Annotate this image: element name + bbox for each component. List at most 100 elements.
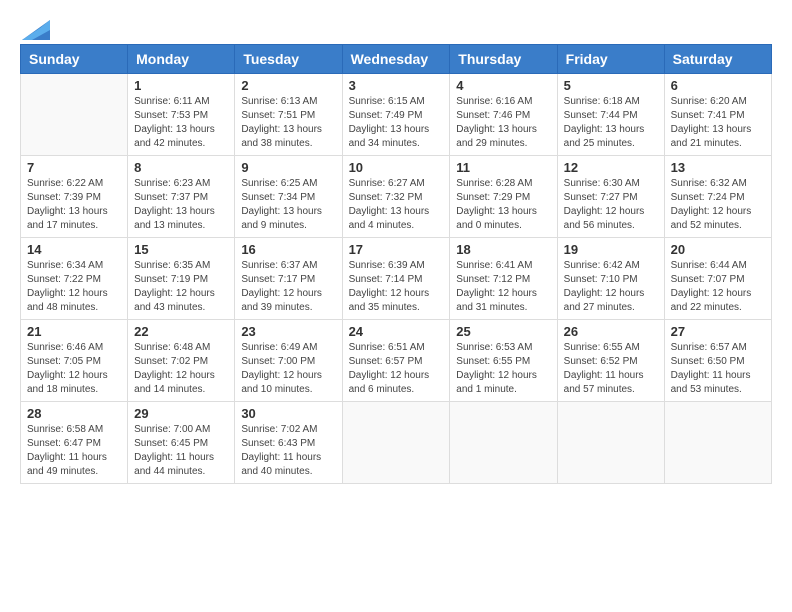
calendar-cell [21, 74, 128, 156]
day-number: 12 [564, 160, 658, 175]
day-number: 22 [134, 324, 228, 339]
calendar-cell: 16 Sunrise: 6:37 AMSunset: 7:17 PMDayligh… [235, 238, 342, 320]
calendar-cell: 30 Sunrise: 7:02 AMSunset: 6:43 PMDayligh… [235, 402, 342, 484]
day-info: Sunrise: 6:22 AMSunset: 7:39 PMDaylight:… [27, 177, 121, 233]
day-number: 3 [349, 78, 444, 93]
day-info: Sunrise: 6:57 AMSunset: 6:50 PMDaylight:… [671, 341, 765, 397]
calendar-cell [557, 402, 664, 484]
day-info: Sunrise: 6:34 AMSunset: 7:22 PMDaylight:… [27, 259, 121, 315]
calendar-cell: 24 Sunrise: 6:51 AMSunset: 6:57 PMDayligh… [342, 320, 450, 402]
day-info: Sunrise: 6:27 AMSunset: 7:32 PMDaylight:… [349, 177, 444, 233]
day-info: Sunrise: 6:41 AMSunset: 7:12 PMDaylight:… [456, 259, 550, 315]
calendar-cell: 10 Sunrise: 6:27 AMSunset: 7:32 PMDayligh… [342, 156, 450, 238]
day-number: 21 [27, 324, 121, 339]
calendar-cell: 27 Sunrise: 6:57 AMSunset: 6:50 PMDayligh… [664, 320, 771, 402]
calendar-week-row: 28 Sunrise: 6:58 AMSunset: 6:47 PMDayligh… [21, 402, 772, 484]
calendar-cell: 14 Sunrise: 6:34 AMSunset: 7:22 PMDayligh… [21, 238, 128, 320]
day-number: 14 [27, 242, 121, 257]
calendar-week-row: 1 Sunrise: 6:11 AMSunset: 7:53 PMDaylight… [21, 74, 772, 156]
day-info: Sunrise: 6:44 AMSunset: 7:07 PMDaylight:… [671, 259, 765, 315]
day-info: Sunrise: 6:15 AMSunset: 7:49 PMDaylight:… [349, 95, 444, 151]
day-number: 25 [456, 324, 550, 339]
day-info: Sunrise: 6:13 AMSunset: 7:51 PMDaylight:… [241, 95, 335, 151]
calendar-cell: 1 Sunrise: 6:11 AMSunset: 7:53 PMDaylight… [128, 74, 235, 156]
day-number: 28 [27, 406, 121, 421]
calendar-cell: 26 Sunrise: 6:55 AMSunset: 6:52 PMDayligh… [557, 320, 664, 402]
calendar-cell: 2 Sunrise: 6:13 AMSunset: 7:51 PMDaylight… [235, 74, 342, 156]
calendar-week-row: 14 Sunrise: 6:34 AMSunset: 7:22 PMDayligh… [21, 238, 772, 320]
day-info: Sunrise: 6:49 AMSunset: 7:00 PMDaylight:… [241, 341, 335, 397]
day-info: Sunrise: 6:42 AMSunset: 7:10 PMDaylight:… [564, 259, 658, 315]
day-info: Sunrise: 6:46 AMSunset: 7:05 PMDaylight:… [27, 341, 121, 397]
calendar-cell: 13 Sunrise: 6:32 AMSunset: 7:24 PMDayligh… [664, 156, 771, 238]
calendar-cell: 20 Sunrise: 6:44 AMSunset: 7:07 PMDayligh… [664, 238, 771, 320]
day-info: Sunrise: 6:37 AMSunset: 7:17 PMDaylight:… [241, 259, 335, 315]
day-info: Sunrise: 6:28 AMSunset: 7:29 PMDaylight:… [456, 177, 550, 233]
day-number: 6 [671, 78, 765, 93]
day-info: Sunrise: 7:00 AMSunset: 6:45 PMDaylight:… [134, 423, 228, 479]
calendar-table: SundayMondayTuesdayWednesdayThursdayFrid… [20, 44, 772, 484]
day-number: 7 [27, 160, 121, 175]
calendar-cell: 12 Sunrise: 6:30 AMSunset: 7:27 PMDayligh… [557, 156, 664, 238]
day-info: Sunrise: 6:48 AMSunset: 7:02 PMDaylight:… [134, 341, 228, 397]
day-number: 4 [456, 78, 550, 93]
calendar-cell: 21 Sunrise: 6:46 AMSunset: 7:05 PMDayligh… [21, 320, 128, 402]
day-number: 20 [671, 242, 765, 257]
day-number: 24 [349, 324, 444, 339]
column-header-friday: Friday [557, 45, 664, 74]
day-number: 10 [349, 160, 444, 175]
calendar-cell: 3 Sunrise: 6:15 AMSunset: 7:49 PMDaylight… [342, 74, 450, 156]
calendar-cell: 15 Sunrise: 6:35 AMSunset: 7:19 PMDayligh… [128, 238, 235, 320]
day-info: Sunrise: 6:30 AMSunset: 7:27 PMDaylight:… [564, 177, 658, 233]
calendar-cell: 4 Sunrise: 6:16 AMSunset: 7:46 PMDaylight… [450, 74, 557, 156]
day-info: Sunrise: 7:02 AMSunset: 6:43 PMDaylight:… [241, 423, 335, 479]
calendar-cell: 11 Sunrise: 6:28 AMSunset: 7:29 PMDayligh… [450, 156, 557, 238]
day-info: Sunrise: 6:23 AMSunset: 7:37 PMDaylight:… [134, 177, 228, 233]
day-info: Sunrise: 6:16 AMSunset: 7:46 PMDaylight:… [456, 95, 550, 151]
day-info: Sunrise: 6:20 AMSunset: 7:41 PMDaylight:… [671, 95, 765, 151]
column-header-wednesday: Wednesday [342, 45, 450, 74]
calendar-cell [342, 402, 450, 484]
day-info: Sunrise: 6:18 AMSunset: 7:44 PMDaylight:… [564, 95, 658, 151]
day-info: Sunrise: 6:53 AMSunset: 6:55 PMDaylight:… [456, 341, 550, 397]
logo-icon [22, 20, 50, 40]
day-number: 30 [241, 406, 335, 421]
day-info: Sunrise: 6:35 AMSunset: 7:19 PMDaylight:… [134, 259, 228, 315]
column-header-monday: Monday [128, 45, 235, 74]
calendar-cell: 19 Sunrise: 6:42 AMSunset: 7:10 PMDayligh… [557, 238, 664, 320]
day-number: 16 [241, 242, 335, 257]
day-info: Sunrise: 6:11 AMSunset: 7:53 PMDaylight:… [134, 95, 228, 151]
calendar-cell: 29 Sunrise: 7:00 AMSunset: 6:45 PMDayligh… [128, 402, 235, 484]
day-info: Sunrise: 6:39 AMSunset: 7:14 PMDaylight:… [349, 259, 444, 315]
day-info: Sunrise: 6:51 AMSunset: 6:57 PMDaylight:… [349, 341, 444, 397]
calendar-cell: 22 Sunrise: 6:48 AMSunset: 7:02 PMDayligh… [128, 320, 235, 402]
day-number: 29 [134, 406, 228, 421]
page-header [20, 20, 772, 34]
day-number: 11 [456, 160, 550, 175]
day-number: 27 [671, 324, 765, 339]
day-number: 19 [564, 242, 658, 257]
calendar-cell [450, 402, 557, 484]
day-number: 15 [134, 242, 228, 257]
day-number: 13 [671, 160, 765, 175]
calendar-cell [664, 402, 771, 484]
column-header-saturday: Saturday [664, 45, 771, 74]
day-number: 1 [134, 78, 228, 93]
calendar-cell: 5 Sunrise: 6:18 AMSunset: 7:44 PMDaylight… [557, 74, 664, 156]
calendar-cell: 6 Sunrise: 6:20 AMSunset: 7:41 PMDaylight… [664, 74, 771, 156]
calendar-cell: 9Sunrise: 6:25 AMSunset: 7:34 PMDaylight… [235, 156, 342, 238]
day-number: 26 [564, 324, 658, 339]
day-number: 9 [241, 160, 335, 175]
day-number: 5 [564, 78, 658, 93]
day-info: Sunrise: 6:32 AMSunset: 7:24 PMDaylight:… [671, 177, 765, 233]
calendar-cell: 17 Sunrise: 6:39 AMSunset: 7:14 PMDayligh… [342, 238, 450, 320]
logo [20, 20, 50, 34]
calendar-cell: 28 Sunrise: 6:58 AMSunset: 6:47 PMDayligh… [21, 402, 128, 484]
column-header-tuesday: Tuesday [235, 45, 342, 74]
calendar-cell: 23 Sunrise: 6:49 AMSunset: 7:00 PMDayligh… [235, 320, 342, 402]
day-number: 2 [241, 78, 335, 93]
day-info: Sunrise: 6:58 AMSunset: 6:47 PMDaylight:… [27, 423, 121, 479]
day-info: Sunrise: 6:55 AMSunset: 6:52 PMDaylight:… [564, 341, 658, 397]
day-number: 23 [241, 324, 335, 339]
day-number: 17 [349, 242, 444, 257]
